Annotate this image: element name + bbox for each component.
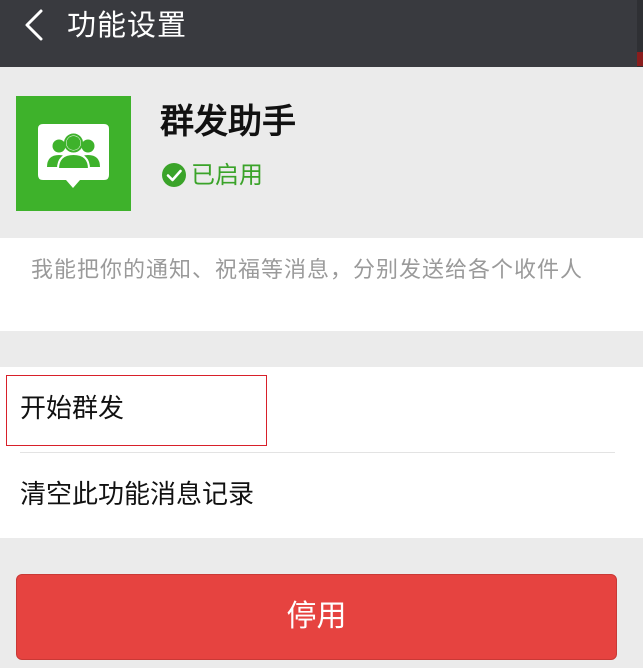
check-circle-icon (162, 163, 186, 187)
window-edge (637, 0, 643, 70)
window-edge-accent (637, 52, 643, 66)
start-broadcast-item[interactable]: 开始群发 (0, 367, 643, 453)
feature-header: 群发助手 已启用 (0, 67, 643, 238)
menu-item-label: 清空此功能消息记录 (20, 480, 255, 510)
back-button[interactable] (14, 8, 54, 42)
feature-description: 我能把你的通知、祝福等消息，分别发送给各个收件人 (31, 258, 584, 283)
top-bar: 功能设置 (0, 0, 643, 70)
menu-item-label: 开始群发 (20, 394, 125, 424)
chevron-left-icon (25, 9, 43, 41)
feature-name: 群发助手 (160, 102, 296, 142)
clear-history-item[interactable]: 清空此功能消息记录 (0, 453, 643, 538)
page-title: 功能设置 (67, 8, 188, 42)
disable-button[interactable]: 停用 (16, 574, 617, 660)
feature-description-card: 我能把你的通知、祝福等消息，分别发送给各个收件人 (0, 238, 643, 331)
status-text: 已启用 (191, 161, 263, 189)
action-menu: 开始群发 清空此功能消息记录 (0, 367, 643, 538)
group-chat-icon (16, 96, 131, 211)
feature-settings-screen: 功能设置 群发助手 已启用 我能把你的通知、祝福等消息，分别发送给各个收件人 开… (0, 0, 643, 668)
status-badge: 已启用 (161, 160, 263, 190)
